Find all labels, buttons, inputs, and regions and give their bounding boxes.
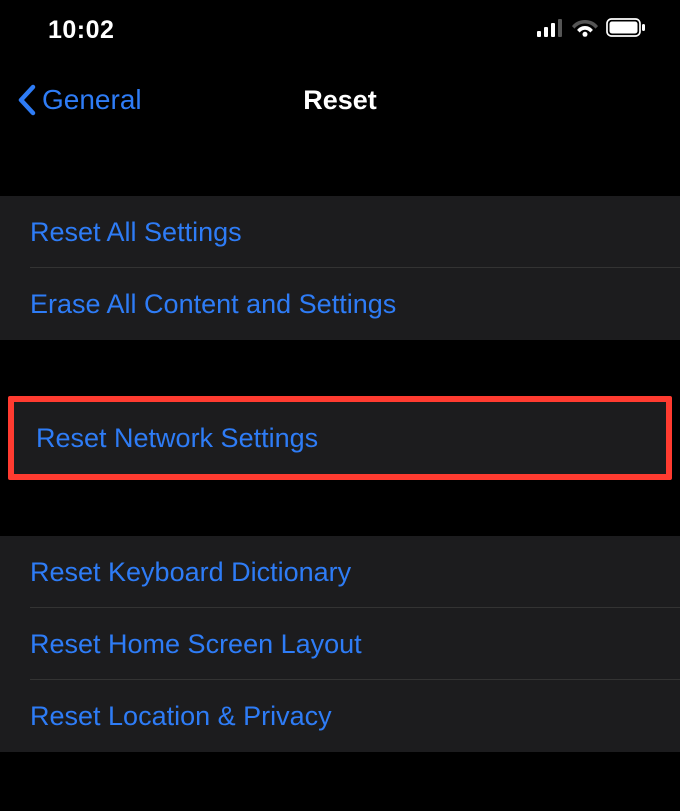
section-spacer — [0, 140, 680, 196]
settings-group-3: Reset Keyboard Dictionary Reset Home Scr… — [0, 536, 680, 752]
row-label: Reset All Settings — [30, 217, 242, 248]
row-label: Reset Network Settings — [36, 423, 318, 454]
highlight-callout: Reset Network Settings — [8, 396, 672, 480]
row-label: Reset Home Screen Layout — [30, 629, 362, 660]
status-icons — [537, 18, 646, 42]
settings-group-1: Reset All Settings Erase All Content and… — [0, 196, 680, 340]
reset-home-screen-layout-row[interactable]: Reset Home Screen Layout — [0, 608, 680, 680]
back-button[interactable]: General — [16, 83, 142, 117]
erase-all-content-row[interactable]: Erase All Content and Settings — [0, 268, 680, 340]
row-label: Reset Keyboard Dictionary — [30, 557, 351, 588]
reset-keyboard-dictionary-row[interactable]: Reset Keyboard Dictionary — [0, 536, 680, 608]
row-label: Reset Location & Privacy — [30, 701, 332, 732]
chevron-left-icon — [16, 83, 38, 117]
wifi-icon — [572, 18, 598, 42]
page-title: Reset — [303, 85, 377, 116]
cellular-icon — [537, 19, 564, 42]
reset-network-settings-row[interactable]: Reset Network Settings — [14, 402, 666, 474]
section-spacer — [0, 480, 680, 536]
nav-bar: General Reset — [0, 60, 680, 140]
reset-all-settings-row[interactable]: Reset All Settings — [0, 196, 680, 268]
status-bar: 10:02 — [0, 0, 680, 60]
section-spacer — [0, 340, 680, 396]
reset-location-privacy-row[interactable]: Reset Location & Privacy — [0, 680, 680, 752]
status-time: 10:02 — [48, 16, 114, 45]
row-label: Erase All Content and Settings — [30, 289, 396, 320]
battery-icon — [606, 18, 646, 42]
back-label: General — [42, 84, 142, 116]
